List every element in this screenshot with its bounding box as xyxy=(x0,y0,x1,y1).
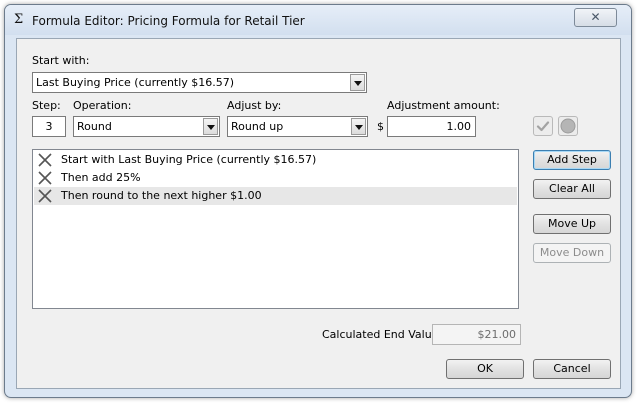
clear-all-button[interactable]: Clear All xyxy=(533,179,611,199)
circle-icon xyxy=(560,118,576,134)
start-with-dropdown[interactable]: Last Buying Price (currently $16.57) xyxy=(32,72,367,93)
list-item[interactable]: Start with Last Buying Price (currently … xyxy=(34,151,517,169)
end-value: $21.00 xyxy=(477,328,517,341)
step-text: Then add 25% xyxy=(61,171,141,184)
move-up-button[interactable]: Move Up xyxy=(533,214,611,234)
adjustment-amount-label: Adjustment amount: xyxy=(387,99,500,112)
ok-button[interactable]: OK xyxy=(446,359,524,379)
delete-x-icon[interactable] xyxy=(37,188,53,204)
step-field[interactable]: 3 xyxy=(32,116,66,137)
sigma-icon: Σ xyxy=(14,12,24,27)
chevron-down-icon xyxy=(351,118,366,135)
list-item[interactable]: Then add 25% xyxy=(34,169,517,187)
step-label: Step: xyxy=(32,99,61,112)
step-text: Then round to the next higher $1.00 xyxy=(61,189,262,202)
close-button[interactable]: ✕ xyxy=(574,8,617,27)
delete-x-icon[interactable] xyxy=(37,152,53,168)
end-value-field: $21.00 xyxy=(432,324,521,345)
check-icon xyxy=(536,121,550,132)
end-value-label: Calculated End Value: xyxy=(322,328,443,341)
chevron-down-icon xyxy=(203,118,218,135)
close-icon: ✕ xyxy=(590,10,601,24)
adjustment-amount-field[interactable]: 1.00 xyxy=(387,116,476,137)
add-step-button[interactable]: Add Step xyxy=(533,150,611,170)
formula-steps-list[interactable]: Start with Last Buying Price (currently … xyxy=(32,149,519,309)
apply-step-button[interactable] xyxy=(533,116,553,136)
step-value: 3 xyxy=(45,120,53,133)
operation-label: Operation: xyxy=(73,99,132,112)
dialog-body: Start with: Last Buying Price (currently… xyxy=(16,38,621,389)
adjustment-amount-value: 1.00 xyxy=(446,120,472,133)
step-text: Start with Last Buying Price (currently … xyxy=(61,153,317,166)
title-bar[interactable]: Σ Formula Editor: Pricing Formula for Re… xyxy=(5,5,631,35)
adjust-by-label: Adjust by: xyxy=(227,99,282,112)
delete-x-icon[interactable] xyxy=(37,170,53,186)
currency-symbol: $ xyxy=(377,120,384,133)
list-item-selected[interactable]: Then round to the next higher $1.00 xyxy=(34,187,517,205)
formula-editor-window: Σ Formula Editor: Pricing Formula for Re… xyxy=(4,4,632,398)
cancel-button[interactable]: Cancel xyxy=(533,359,611,379)
operation-dropdown[interactable]: Round xyxy=(73,116,220,137)
move-down-button[interactable]: Move Down xyxy=(533,243,611,263)
window-title: Formula Editor: Pricing Formula for Reta… xyxy=(32,14,305,28)
adjust-by-dropdown[interactable]: Round up xyxy=(227,116,368,137)
start-with-label: Start with: xyxy=(32,54,90,67)
adjust-by-value: Round up xyxy=(231,120,284,133)
start-with-value: Last Buying Price (currently $16.57) xyxy=(36,76,235,89)
operation-value: Round xyxy=(77,120,112,133)
chevron-down-icon xyxy=(350,74,365,91)
status-button[interactable] xyxy=(558,116,578,136)
